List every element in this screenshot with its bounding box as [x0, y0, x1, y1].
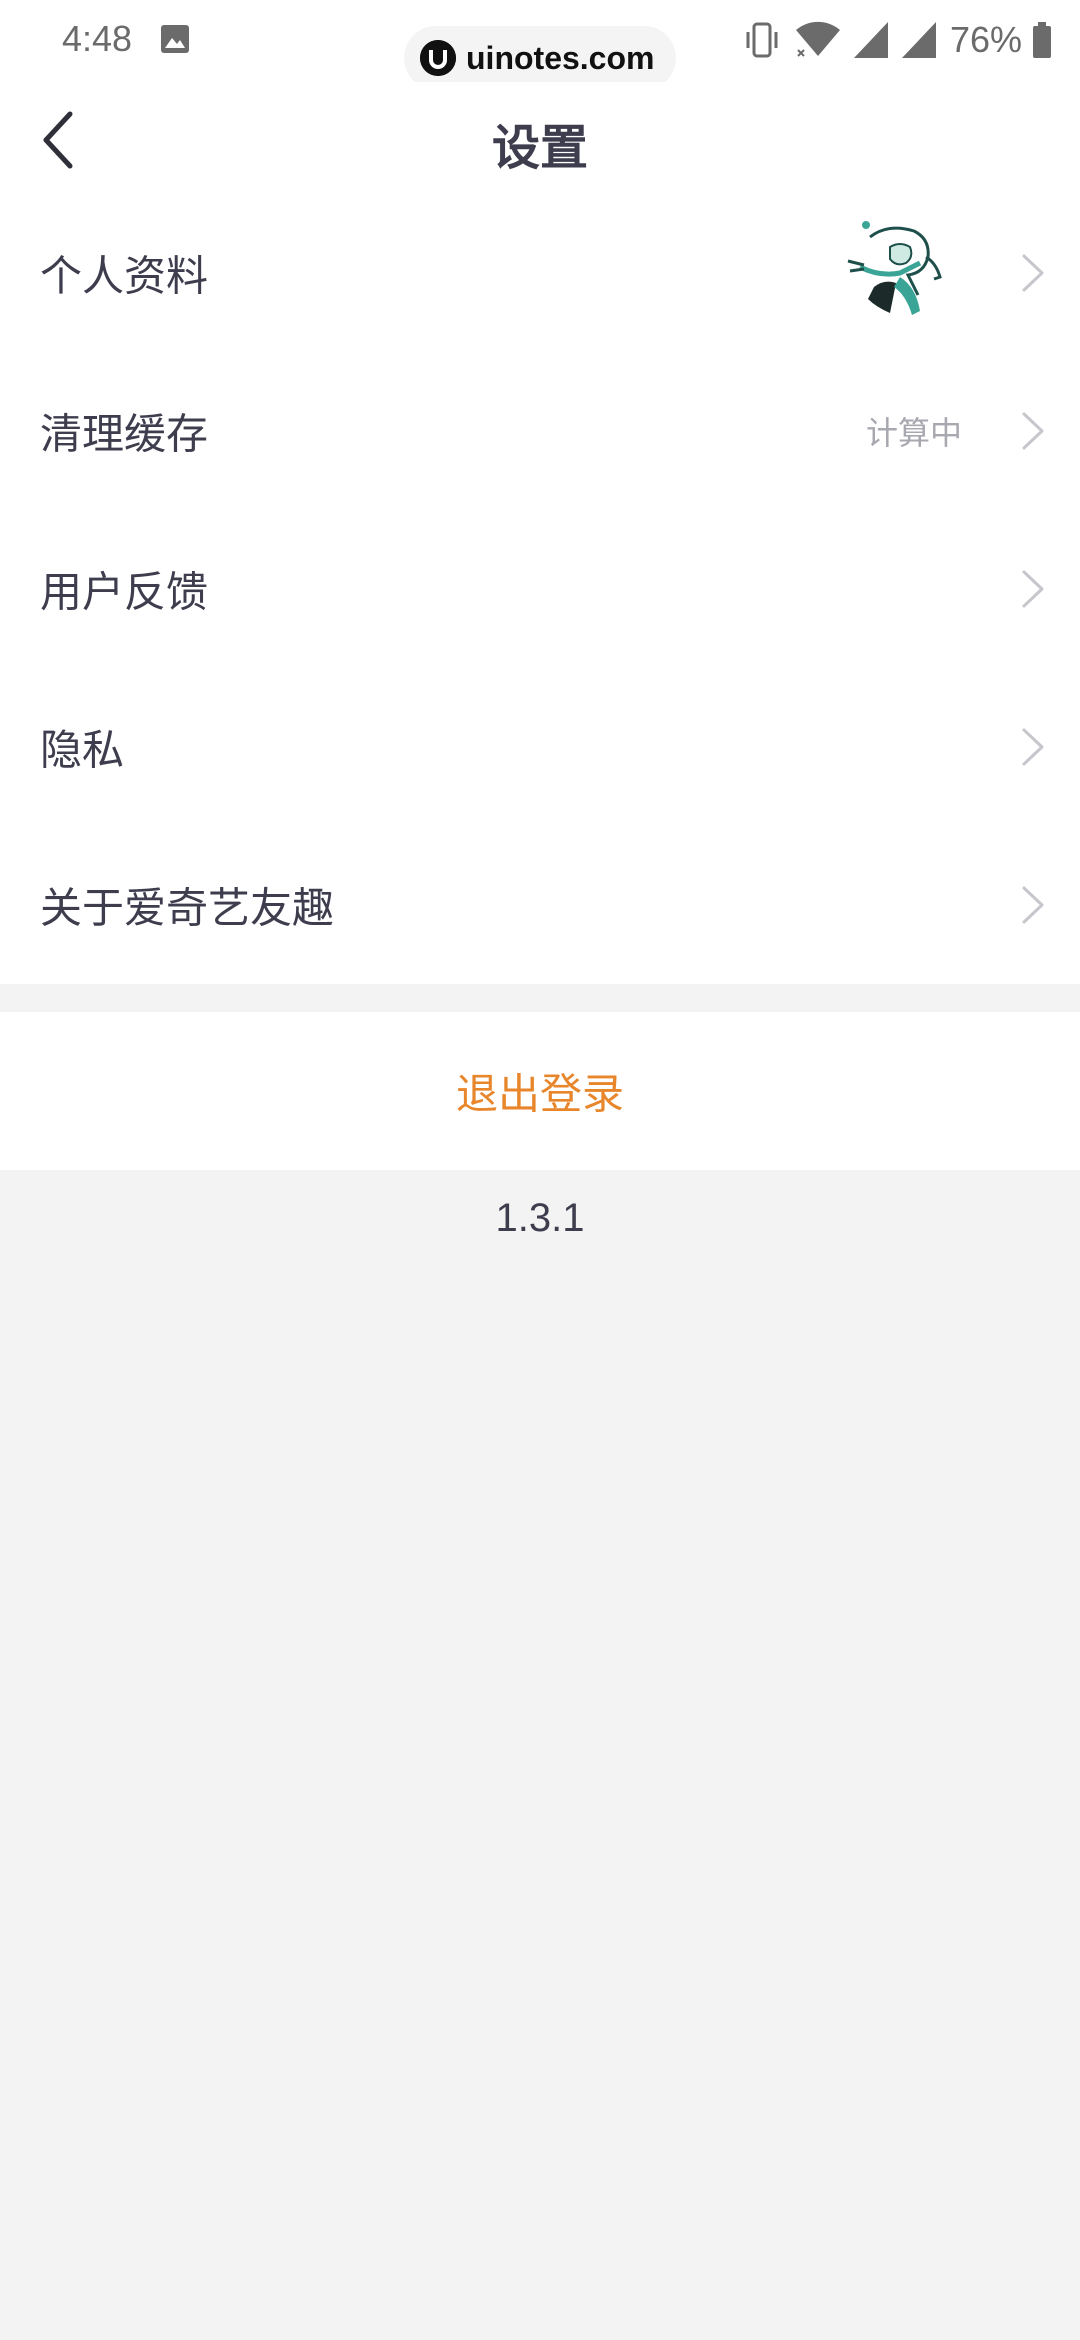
app-version: 1.3.1 — [495, 1196, 585, 1240]
chevron-right-icon — [1022, 728, 1044, 766]
header: 设置 — [0, 82, 1080, 194]
status-time: 4:48 — [62, 18, 133, 59]
status-bar: 4:48 uinotes.com 76% — [0, 0, 1080, 90]
avatar — [830, 207, 962, 339]
signal-icon — [900, 20, 938, 60]
settings-item-profile[interactable]: 个人资料 — [0, 194, 1080, 352]
chevron-right-icon — [1022, 412, 1044, 450]
settings-list: 个人资料 清理缓存 计算中 用户反馈 隐私 关于爱奇艺友趣 — [0, 194, 1080, 984]
logout-button[interactable]: 退出登录 — [0, 1012, 1080, 1170]
section-divider — [0, 986, 1080, 1012]
battery-icon — [1032, 22, 1052, 58]
signal-icon — [852, 20, 890, 60]
settings-item-label: 清理缓存 — [40, 409, 209, 459]
chevron-right-icon — [1022, 570, 1044, 608]
settings-item-label: 用户反馈 — [40, 567, 209, 617]
watermark-badge: uinotes.com — [404, 26, 676, 90]
settings-item-clear-cache[interactable]: 清理缓存 计算中 — [0, 352, 1080, 510]
chevron-right-icon — [1022, 886, 1044, 924]
watermark-text: uinotes.com — [466, 39, 655, 76]
chevron-right-icon — [1022, 254, 1044, 292]
settings-item-about[interactable]: 关于爱奇艺友趣 — [0, 826, 1080, 984]
image-icon — [160, 24, 190, 54]
settings-item-label: 隐私 — [40, 725, 125, 775]
settings-item-label: 个人资料 — [40, 251, 209, 301]
logout-label: 退出登录 — [455, 1069, 624, 1119]
cache-size-value: 计算中 — [865, 414, 962, 452]
wifi-icon — [794, 20, 842, 60]
settings-item-feedback[interactable]: 用户反馈 — [0, 510, 1080, 668]
settings-item-label: 关于爱奇艺友趣 — [40, 883, 335, 933]
uinotes-logo-icon — [420, 40, 456, 76]
status-icons: 76% — [744, 18, 1052, 62]
battery-percent: 76% — [949, 19, 1022, 60]
vibrate-icon — [744, 20, 780, 60]
page-title: 设置 — [491, 120, 588, 176]
settings-item-privacy[interactable]: 隐私 — [0, 668, 1080, 826]
